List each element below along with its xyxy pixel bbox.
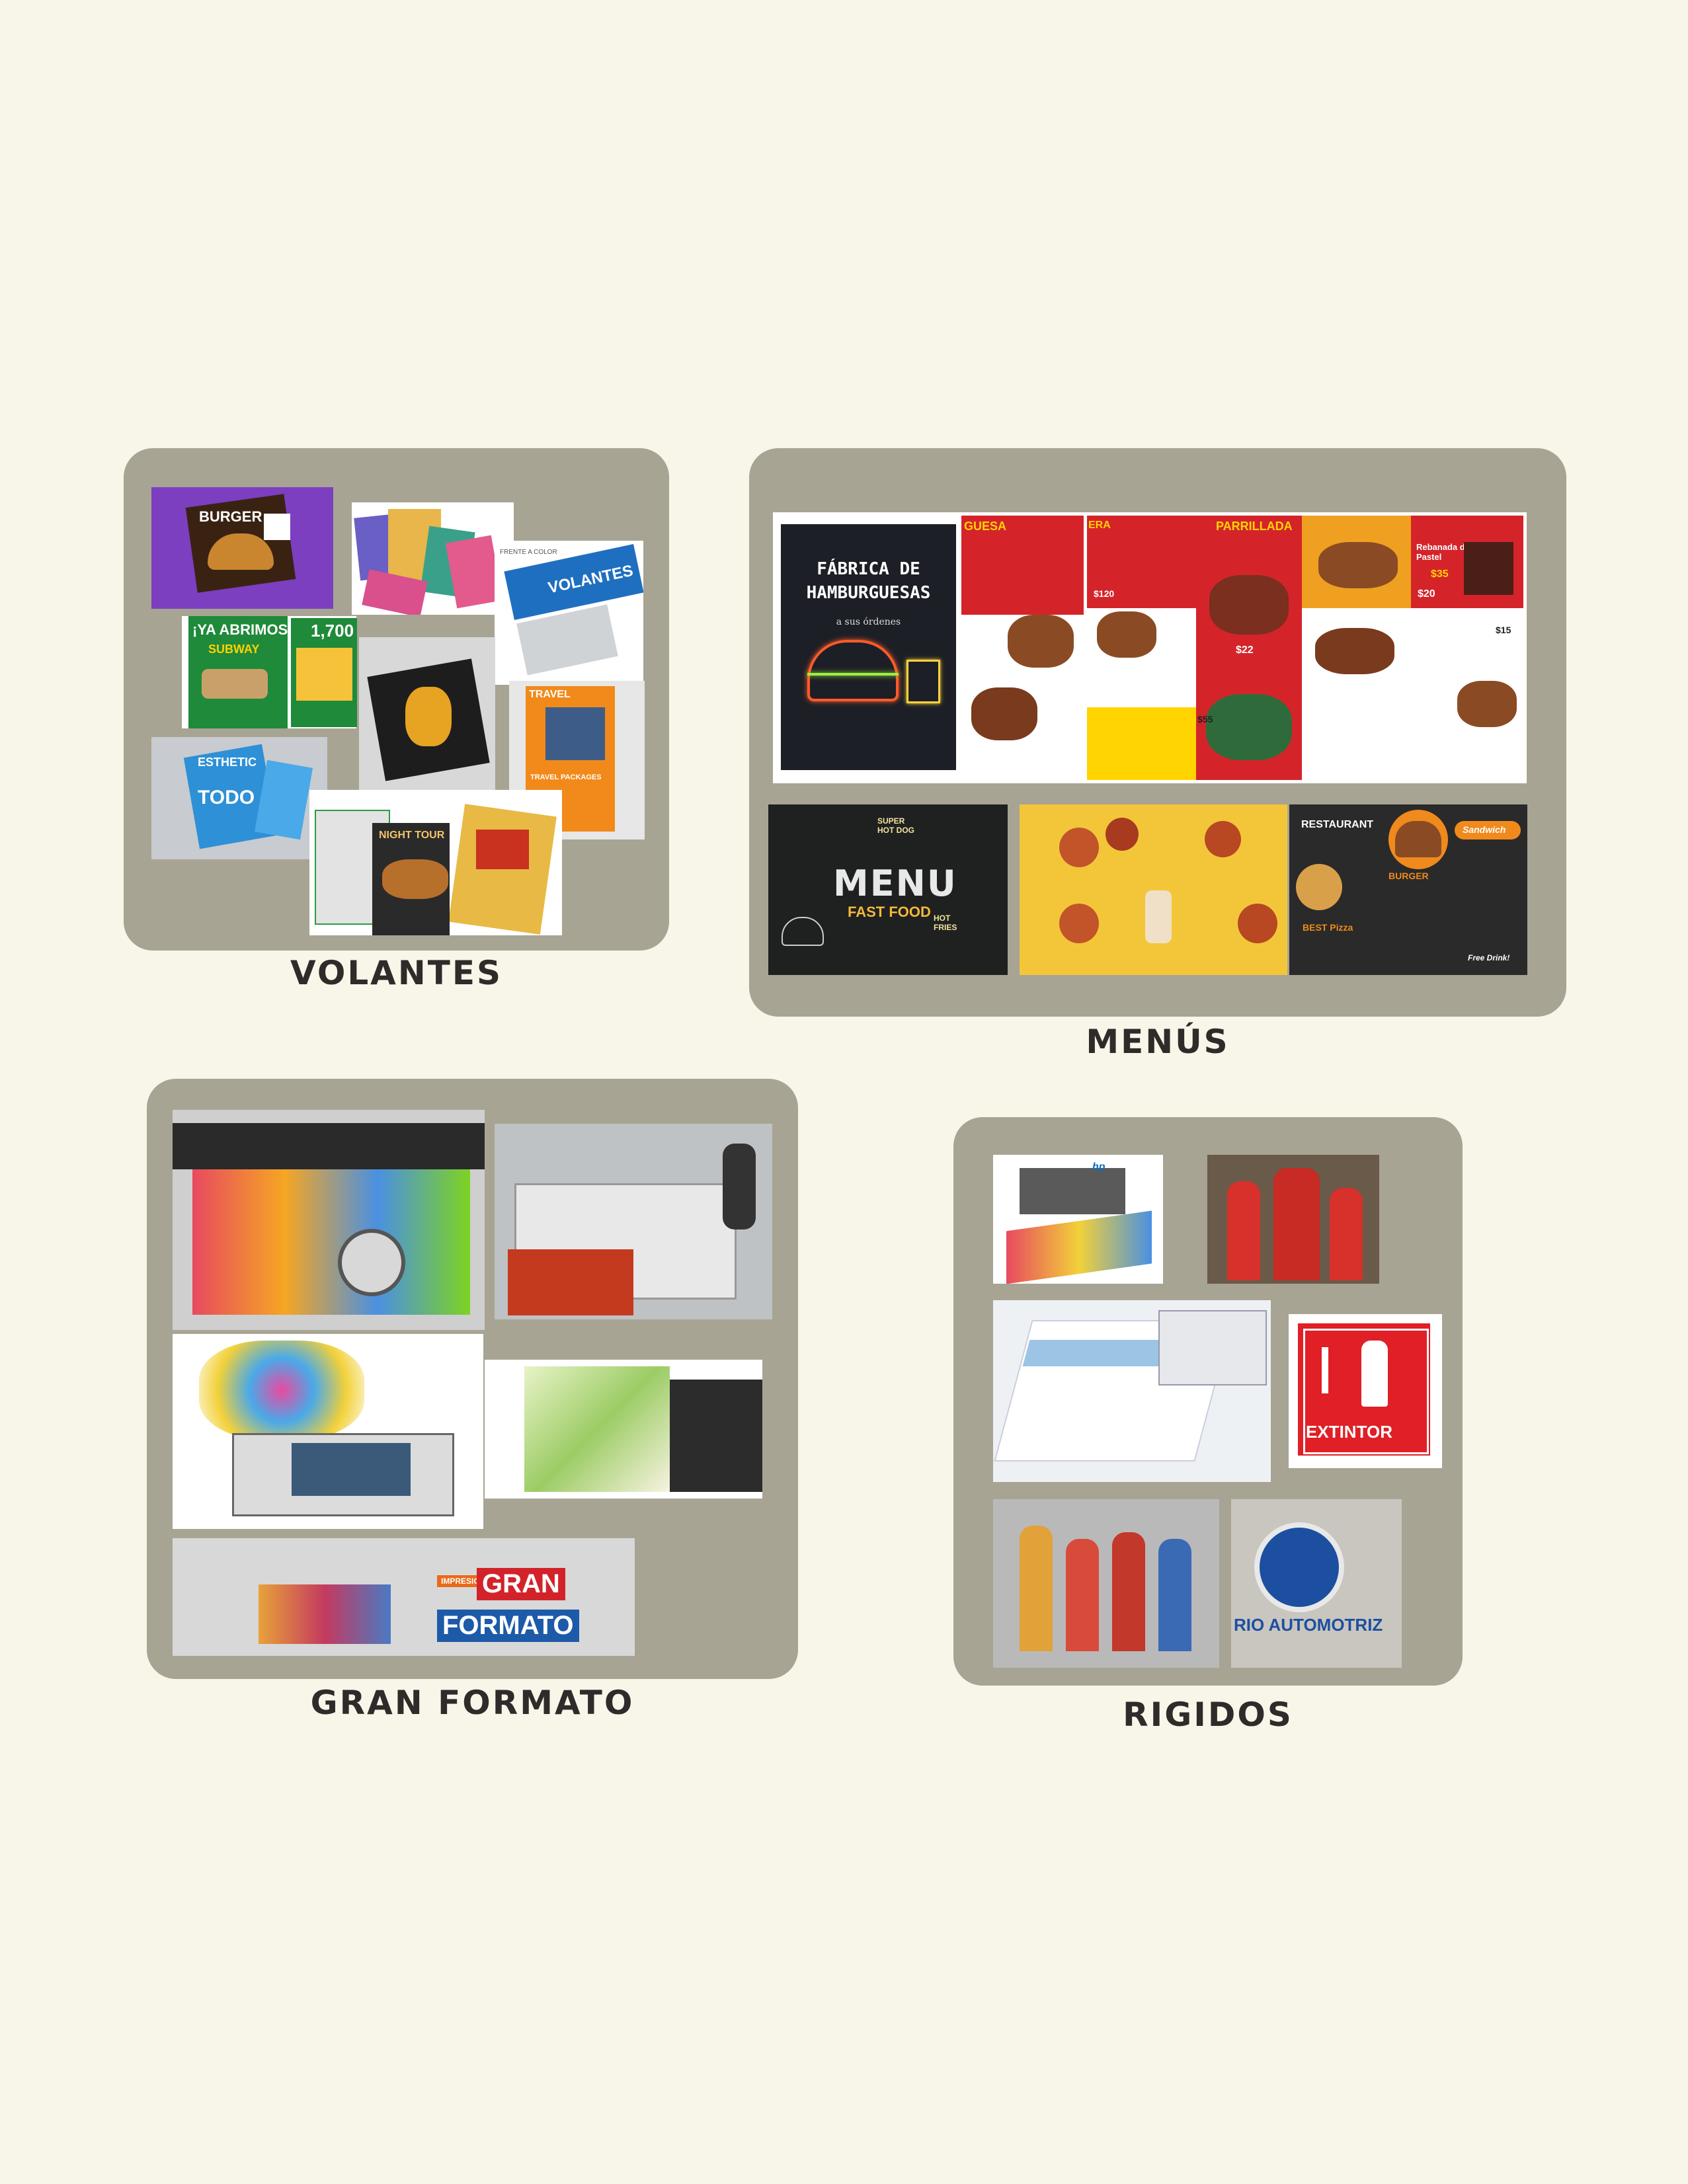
menu-page-2-head: ERA	[1088, 520, 1111, 531]
printer-photo-1	[173, 1110, 485, 1330]
logo-gran: GRAN	[477, 1568, 565, 1600]
volantes-caption: VOLANTES	[290, 954, 502, 992]
night-tour-text: NIGHT TOUR	[379, 830, 445, 841]
menu-page-5-price-c: $15	[1496, 625, 1511, 635]
menu-page-2: ERA $120	[1087, 516, 1196, 780]
esthetic-flyer-image: ESTHETIC TODO	[151, 737, 327, 859]
rigid-cutouts-image	[1207, 1155, 1379, 1284]
menu-strip-image: FÁBRICA DE HAMBURGUESAS a sus órdenes GU…	[773, 512, 1527, 783]
restaurant-menu-image: RESTAURANT BURGER Sandwich BEST Pizza Fr…	[1289, 804, 1527, 975]
restaurant-best-pizza: BEST Pizza	[1303, 922, 1353, 933]
asian-flyer-image	[450, 803, 562, 935]
chalk-fast-food: FAST FOOD	[848, 904, 931, 920]
vw-logo-icon	[1254, 1522, 1344, 1612]
fire-extinguisher-icon	[1361, 1341, 1388, 1407]
hamburger-menu-page: FÁBRICA DE HAMBURGUESAS a sus órdenes	[781, 524, 956, 770]
chalk-hot-fries: HOT FRIES	[934, 914, 957, 932]
chalk-menu-title: MENU	[833, 863, 957, 904]
subway-heading: ¡YA ABRIMOS!	[192, 621, 293, 638]
gran-formato-caption: GRAN FORMATO	[310, 1684, 635, 1722]
vw-sign-image: RIO AUTOMOTRIZ	[1231, 1499, 1402, 1668]
neon-burger-icon	[807, 640, 899, 701]
todo-text: TODO	[198, 787, 255, 808]
restaurant-burger-text: BURGER	[1388, 871, 1429, 881]
menu-page-5: Rebanada de Pastel $35 $20 $15	[1411, 516, 1523, 780]
menu-page-3-price-b: $55	[1197, 714, 1213, 724]
flyer-collage-image	[352, 502, 514, 615]
rigid-figures-image	[993, 1499, 1219, 1668]
vw-sign-text: RIO AUTOMOTRIZ	[1234, 1615, 1383, 1635]
subway-logo-text: SUBWAY	[208, 643, 260, 656]
hamburger-title: FÁBRICA DE HAMBURGUESAS	[806, 559, 931, 603]
pizza-menu-image	[1020, 804, 1287, 975]
extintor-label: EXTINTOR	[1306, 1422, 1392, 1442]
gran-formato-banner: IMPRESION GRAN FORMATO	[173, 1538, 635, 1656]
travel-packages-text: TRAVEL PACKAGES	[530, 773, 602, 781]
burger-text: BURGER	[199, 508, 262, 525]
printer-photo-3	[173, 1334, 483, 1529]
menu-page-4	[1302, 516, 1414, 780]
burger-flyer-image: BURGER	[151, 487, 333, 609]
hp-logo: hp	[1092, 1161, 1105, 1173]
rigid-boards-image	[993, 1300, 1271, 1482]
printer-photo-4	[485, 1360, 762, 1499]
menu-page-3-head: PARRILLADA	[1216, 520, 1293, 533]
neon-fries-icon	[906, 660, 940, 703]
volantes-blue-image: FRENTE A COLOR VOLANTES	[495, 541, 643, 685]
printer-photo-2	[495, 1124, 772, 1319]
hamburger-subtitle: a sus órdenes	[836, 617, 901, 627]
esthetic-text: ESTHETIC	[198, 756, 257, 769]
travel-text: TRAVEL	[529, 689, 571, 700]
menu-page-3: PARRILLADA $22 $55	[1196, 516, 1302, 780]
menu-page-1: GUESA	[961, 516, 1084, 780]
menu-page-5-price: $35	[1431, 568, 1449, 580]
subway-price-image: 1,700	[291, 618, 357, 727]
subway-price: 1,700	[311, 621, 354, 641]
rigidos-caption: RIGIDOS	[1123, 1696, 1293, 1734]
menus-caption: MENÚS	[1086, 1023, 1230, 1061]
chalk-super-hotdog: SUPER HOT DOG	[877, 816, 914, 835]
restaurant-free-drink: Free Drink!	[1468, 953, 1510, 962]
chalkboard-menu-image: SUPER HOT DOG MENU FAST FOOD HOT FRIES	[768, 804, 1008, 975]
extintor-sign-image: EXTINTOR	[1289, 1314, 1442, 1468]
rigid-hp-image: hp	[993, 1155, 1163, 1284]
menu-page-2-price: $120	[1094, 588, 1115, 599]
restaurant-sandwich-text: Sandwich	[1463, 824, 1506, 835]
arrow-down-icon	[1322, 1347, 1328, 1393]
restaurant-text: RESTAURANT	[1301, 819, 1374, 830]
menu-page-1-head: GUESA	[964, 520, 1007, 533]
menu-page-3-price: $22	[1236, 644, 1254, 656]
front-color-text: FRENTE A COLOR	[500, 549, 557, 556]
logo-formato: FORMATO	[437, 1610, 579, 1642]
menu-page-5-price-b: $20	[1418, 588, 1435, 600]
